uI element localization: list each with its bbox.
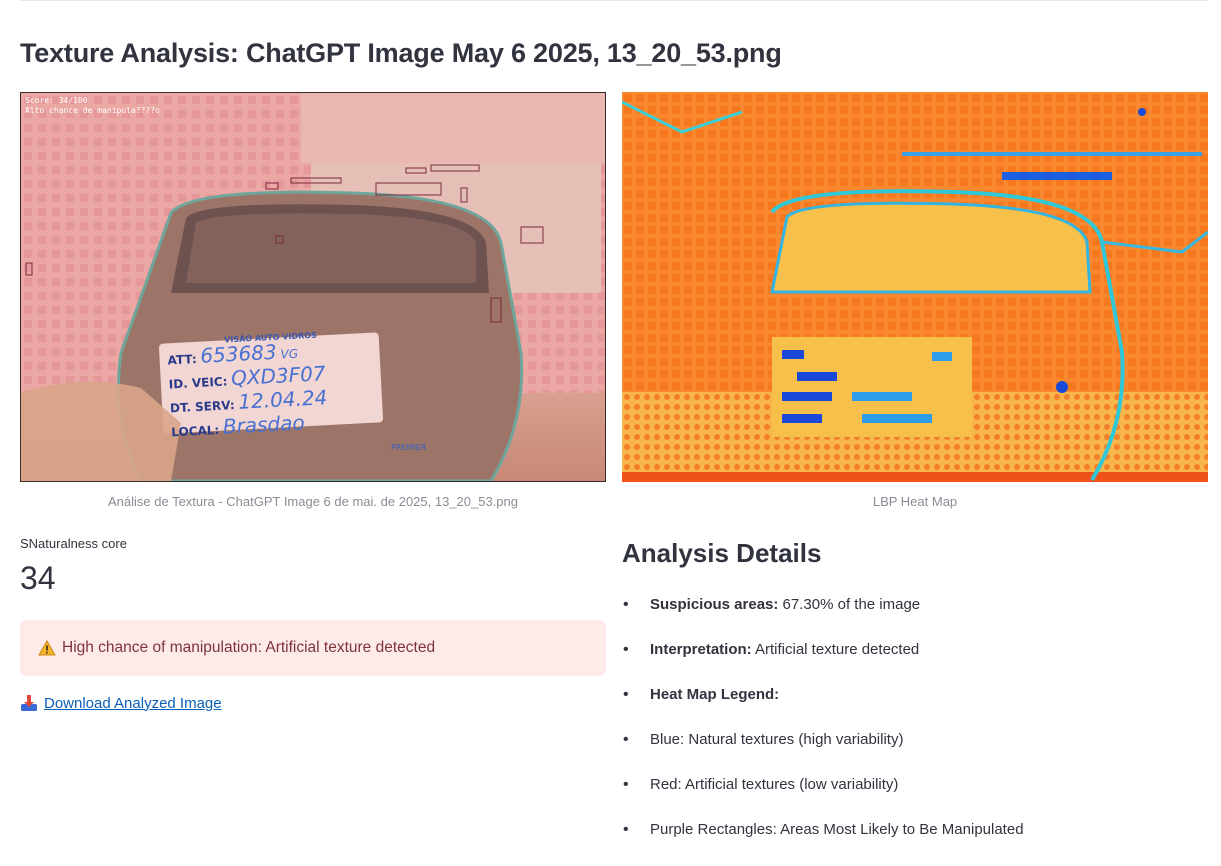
detail-text: 67.30% of the image: [778, 596, 921, 613]
score-stamp-line1: Score: 34/100: [25, 96, 88, 105]
card-att-suffix: VG: [280, 346, 299, 362]
heatmap-caption: LBP Heat Map: [872, 494, 958, 509]
detail-text: Purple Rectangles: Areas Most Likely to …: [650, 821, 1024, 838]
card-serv-label: DT. SERV:: [169, 398, 236, 416]
download-label: Download Analyzed Image: [44, 694, 222, 712]
download-icon: [20, 694, 38, 712]
detail-text: Blue: Natural textures (high variability…: [650, 731, 904, 748]
detail-text: Artificial texture detected: [751, 641, 920, 658]
detail-legend-blue: Blue: Natural textures (high variability…: [622, 731, 1212, 776]
alert-text: High chance of manipulation: Artificial …: [62, 639, 436, 656]
analysis-details-list: Suspicious areas: 67.30% of the image In…: [622, 596, 1212, 866]
manipulation-alert: High chance of manipulation: Artificial …: [20, 620, 606, 676]
metric-value: 34: [20, 560, 56, 596]
detail-text: Red: Artificial textures (low variabilit…: [650, 776, 899, 793]
score-stamp-line2: Alto chance de manipula????o: [25, 106, 160, 115]
detail-label: Heat Map Legend:: [650, 686, 780, 703]
metric-label: SNaturalness core: [20, 536, 127, 551]
analyzed-image: Score: 34/100 Alto chance de manipula???…: [20, 92, 606, 482]
detail-label: Interpretation:: [650, 641, 752, 658]
service-card: VISÃO AUTO VIDROS ATT: 653683 VG ID. VEI…: [160, 327, 385, 443]
detail-legend-purple: Purple Rectangles: Areas Most Likely to …: [622, 821, 1212, 866]
detail-legend-red: Red: Artificial textures (low variabilit…: [622, 776, 1212, 821]
score-stamp: Score: 34/100 Alto chance de manipula???…: [25, 96, 160, 116]
card-att-label: ATT:: [167, 351, 198, 368]
card-serv-value: 12.04.24: [237, 385, 328, 414]
detail-heatmap-legend: Heat Map Legend:: [622, 686, 1212, 731]
page-title: Texture Analysis: ChatGPT Image May 6 20…: [20, 38, 782, 68]
top-divider: [20, 0, 1207, 1]
warning-icon: [38, 639, 56, 656]
car-badge: PREMIER: [391, 443, 427, 452]
analysis-details-title: Analysis Details: [622, 538, 822, 568]
card-local-value: Brasdao: [222, 410, 306, 439]
detail-label: Suspicious areas:: [650, 596, 779, 613]
card-veic-label: ID. VEIC:: [168, 374, 228, 392]
detail-interpretation: Interpretation: Artificial texture detec…: [622, 641, 1212, 686]
detail-suspicious-areas: Suspicious areas: 67.30% of the image: [622, 596, 1212, 641]
card-local-label: LOCAL:: [170, 422, 220, 440]
analyzed-image-caption: Análise de Textura - ChatGPT Image 6 de …: [107, 494, 518, 509]
download-analyzed-image-link[interactable]: Download Analyzed Image: [20, 694, 222, 712]
heatmap-image: [622, 92, 1208, 482]
